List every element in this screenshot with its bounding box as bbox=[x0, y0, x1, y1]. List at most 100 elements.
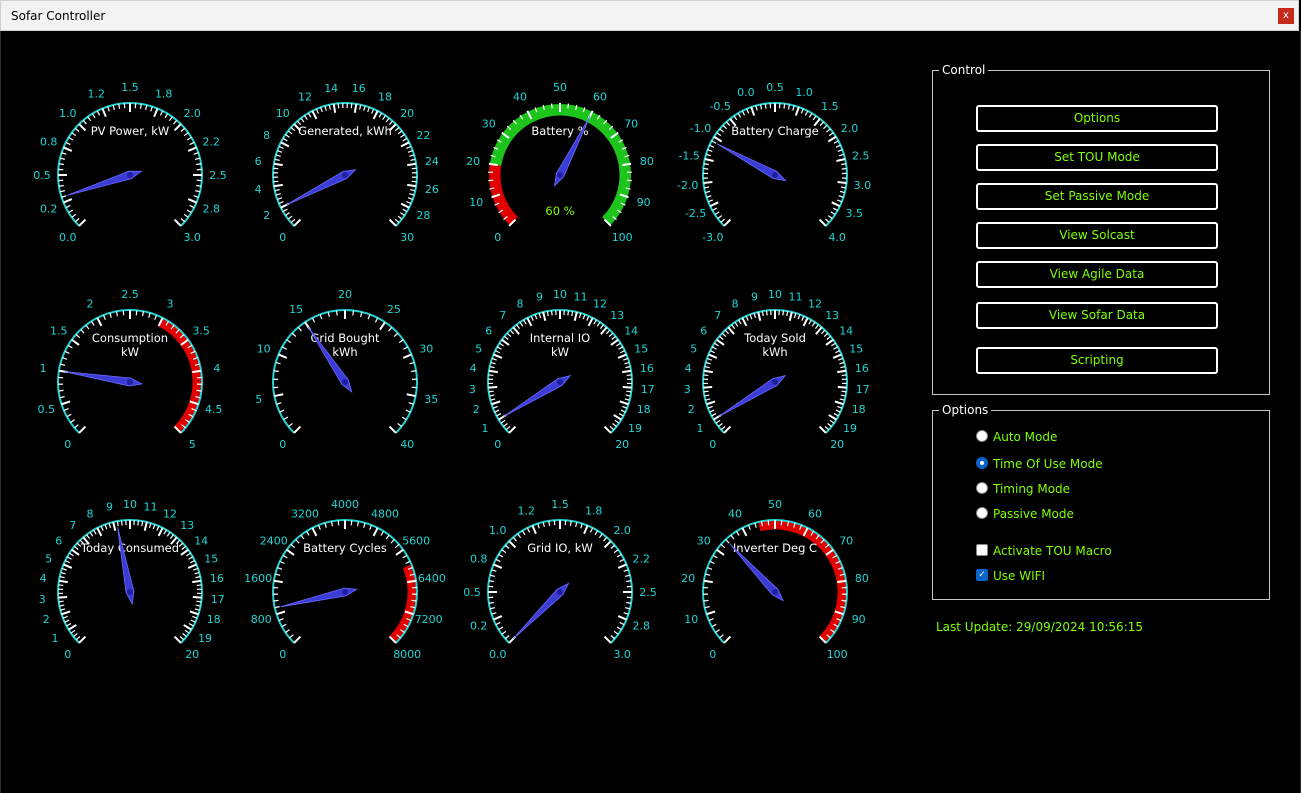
scripting-button[interactable]: Scripting bbox=[976, 347, 1218, 374]
today-sold-minor-tick bbox=[821, 329, 826, 335]
grid-io-tick-label: 2.0 bbox=[613, 524, 631, 537]
battery-charge-minor-tick bbox=[714, 211, 720, 216]
battery-cycles-minor-tick bbox=[369, 524, 373, 530]
grid-io-major-tick bbox=[493, 615, 503, 621]
inverter-deg-c-minor-tick bbox=[708, 618, 714, 622]
internal-io-minor-tick bbox=[620, 350, 626, 354]
consumption-tick-label: 5 bbox=[189, 438, 196, 451]
battery-charge-tick-label: -3.0 bbox=[702, 231, 723, 244]
internal-io-minor-tick bbox=[582, 314, 586, 320]
battery-charge-major-tick bbox=[827, 135, 837, 143]
view-sofar-data-button[interactable]: View Sofar Data bbox=[976, 302, 1218, 329]
auto-mode-label: Auto Mode bbox=[993, 430, 1058, 444]
generated-major-tick bbox=[273, 162, 283, 167]
today-sold-minor-tick bbox=[833, 346, 839, 350]
generated-minor-tick bbox=[287, 215, 293, 220]
battery-cycles-minor-tick bbox=[295, 539, 300, 544]
today-consumed-major-tick bbox=[71, 548, 80, 556]
today-sold-major-tick bbox=[757, 311, 762, 321]
today-consumed-minor-tick bbox=[66, 623, 72, 627]
view-agile-data-button[interactable]: View Agile Data bbox=[976, 261, 1218, 288]
battery-cycles-tick-label: 4800 bbox=[371, 508, 399, 521]
inverter-deg-c-tick-label: 100 bbox=[827, 648, 848, 661]
internal-io-minor-tick bbox=[538, 312, 542, 319]
pv-power-minor-tick bbox=[195, 190, 201, 193]
today-consumed-minor-tick bbox=[66, 556, 72, 560]
internal-io-tick-label: 1 bbox=[482, 422, 489, 435]
pv-power-major-tick bbox=[101, 108, 107, 118]
radio-icon[interactable] bbox=[976, 482, 988, 494]
grid-io-minor-tick bbox=[548, 520, 551, 526]
today-consumed-minor-tick bbox=[64, 560, 70, 564]
grid-io-minor-tick bbox=[619, 621, 625, 626]
consumption-major-tick bbox=[96, 317, 103, 327]
battery-charge-tick-label: 1.5 bbox=[821, 100, 839, 113]
pv-power-minor-tick bbox=[68, 136, 74, 141]
checkmark-icon[interactable]: ✓ bbox=[976, 569, 988, 581]
generated-minor-tick bbox=[275, 193, 281, 196]
battery-charge-tick-label: 3.0 bbox=[854, 179, 872, 192]
today-sold-tick-label: 11 bbox=[789, 290, 803, 303]
grid-bought-minor-tick bbox=[279, 409, 285, 413]
grid-io-tick-label: 2.8 bbox=[633, 620, 651, 633]
radio-icon[interactable] bbox=[976, 430, 988, 442]
internal-io-tick-label: 17 bbox=[641, 383, 655, 396]
today-consumed-minor-tick bbox=[163, 529, 167, 535]
activate-tou-macro-label: Activate TOU Macro bbox=[993, 544, 1112, 558]
pv-power-minor-tick bbox=[189, 141, 195, 146]
pv-power-minor-tick bbox=[58, 163, 64, 166]
pv-power-major-tick bbox=[63, 198, 73, 204]
generated-minor-tick bbox=[274, 158, 280, 161]
internal-io-major-tick bbox=[488, 385, 498, 389]
consumption-minor-tick bbox=[109, 312, 112, 318]
pv-power-major-tick bbox=[153, 108, 159, 118]
pv-power-minor-tick bbox=[91, 113, 96, 119]
internal-io-minor-tick bbox=[492, 405, 498, 409]
checkbox-icon[interactable] bbox=[976, 544, 988, 556]
internal-io-minor-tick bbox=[519, 321, 524, 327]
generated-minor-tick bbox=[371, 108, 375, 114]
battery-cycles-major-tick bbox=[395, 548, 404, 556]
today-consumed-major-tick bbox=[189, 610, 199, 616]
radio-icon[interactable] bbox=[976, 507, 988, 519]
options-button[interactable]: Options bbox=[976, 105, 1218, 132]
today-consumed-tick-label: 8 bbox=[87, 508, 94, 521]
internal-io-minor-tick bbox=[494, 409, 500, 413]
today-sold-minor-tick bbox=[734, 321, 739, 327]
pv-power-tick-label: 1.5 bbox=[121, 81, 139, 94]
today-consumed-tick-label: 6 bbox=[55, 534, 62, 547]
generated-minor-tick bbox=[363, 105, 366, 111]
today-consumed-major-tick bbox=[58, 595, 68, 599]
today-sold-minor-tick bbox=[704, 365, 710, 369]
battery-charge-major-tick bbox=[837, 181, 847, 185]
generated-major-tick bbox=[372, 110, 379, 120]
battery-charge-minor-tick bbox=[825, 218, 830, 223]
radio-selected-icon[interactable] bbox=[976, 457, 988, 469]
today-consumed-major-tick bbox=[68, 624, 77, 631]
consumption-minor-tick bbox=[70, 419, 75, 423]
view-solcast-button[interactable]: View Solcast bbox=[976, 222, 1218, 249]
pv-power-minor-tick bbox=[183, 132, 189, 137]
today-consumed-minor-tick bbox=[64, 619, 70, 623]
pv-power-minor-tick bbox=[68, 209, 74, 214]
set-passive-mode-button[interactable]: Set Passive Mode bbox=[976, 183, 1218, 210]
battery-percent-tick-label: 30 bbox=[482, 117, 496, 130]
today-consumed-minor-tick bbox=[152, 524, 156, 530]
inverter-deg-c-minor-tick bbox=[730, 534, 735, 540]
consumption-minor-tick bbox=[196, 389, 202, 392]
today-consumed-tick-label: 2 bbox=[43, 613, 50, 626]
battery-charge-minor-tick bbox=[707, 199, 714, 203]
today-sold-minor-tick bbox=[797, 314, 801, 320]
internal-io-major-tick bbox=[600, 326, 608, 335]
internal-io-minor-tick bbox=[505, 426, 511, 431]
set-tou-mode-button[interactable]: Set TOU Mode bbox=[976, 144, 1218, 171]
today-sold-tick-label: 6 bbox=[700, 324, 707, 337]
grid-bought-dial-arc bbox=[272, 308, 418, 434]
battery-cycles-minor-tick bbox=[281, 623, 287, 628]
battery-charge-minor-tick bbox=[835, 144, 841, 148]
pv-power-minor-tick bbox=[150, 106, 153, 112]
today-consumed-minor-tick bbox=[62, 615, 68, 619]
generated-minor-tick bbox=[328, 104, 331, 110]
generated-tick-label: 10 bbox=[276, 107, 290, 120]
grid-io-major-tick bbox=[493, 563, 503, 569]
